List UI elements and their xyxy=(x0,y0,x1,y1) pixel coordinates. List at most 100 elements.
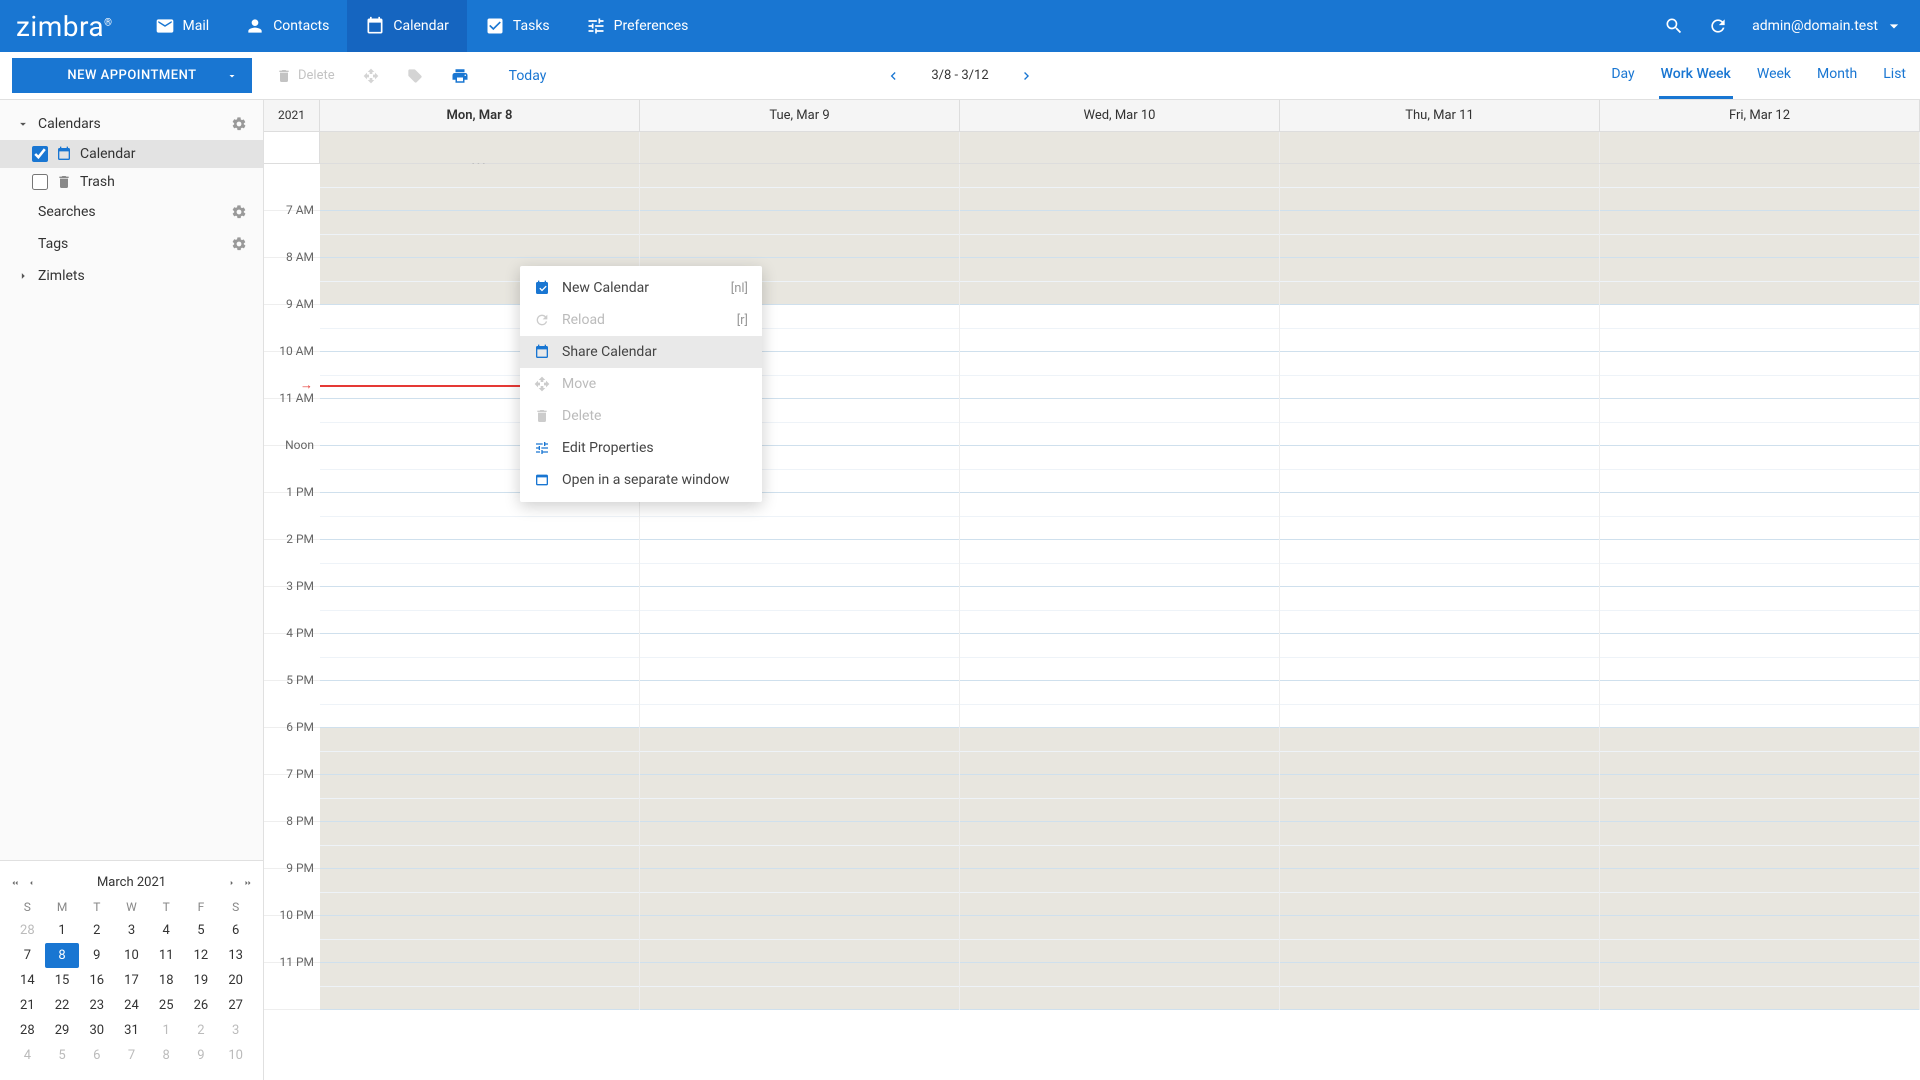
hour-cell[interactable] xyxy=(1280,916,1599,963)
next-month-icon[interactable] xyxy=(227,878,237,888)
view-tab-list[interactable]: List xyxy=(1881,52,1908,99)
hour-cell[interactable] xyxy=(1280,540,1599,587)
hour-cell[interactable] xyxy=(640,728,959,775)
hour-cell[interactable] xyxy=(1280,305,1599,352)
hour-cell[interactable] xyxy=(1600,493,1919,540)
hour-cell[interactable] xyxy=(960,728,1279,775)
mini-cal-day[interactable]: 10 xyxy=(218,1043,253,1068)
hour-cell[interactable] xyxy=(960,963,1279,1010)
mini-cal-day[interactable]: 5 xyxy=(45,1043,80,1068)
prev-week-icon[interactable] xyxy=(885,68,901,84)
mini-cal-day[interactable]: 21 xyxy=(10,993,45,1018)
hour-cell[interactable] xyxy=(1280,963,1599,1010)
hour-cell[interactable] xyxy=(320,963,639,1010)
gear-icon[interactable] xyxy=(231,116,247,132)
day-header[interactable]: Tue, Mar 9 xyxy=(640,100,960,131)
hour-cell[interactable] xyxy=(320,634,639,681)
mini-cal-day[interactable]: 11 xyxy=(149,943,184,968)
view-tab-day[interactable]: Day xyxy=(1609,52,1636,99)
hour-cell[interactable] xyxy=(640,822,959,869)
mini-cal-day[interactable]: 17 xyxy=(114,968,149,993)
hour-cell[interactable] xyxy=(960,305,1279,352)
hour-cell[interactable] xyxy=(1280,728,1599,775)
mini-cal-day[interactable]: 30 xyxy=(79,1018,114,1043)
hour-cell[interactable] xyxy=(1600,634,1919,681)
hour-cell[interactable] xyxy=(640,916,959,963)
day-column[interactable] xyxy=(1280,164,1600,1010)
mini-cal-day[interactable]: 28 xyxy=(10,918,45,943)
hour-cell[interactable] xyxy=(1280,869,1599,916)
sidebar-item-trash[interactable]: Trash xyxy=(0,168,263,196)
view-tab-week[interactable]: Week xyxy=(1755,52,1793,99)
hour-cell[interactable] xyxy=(1600,540,1919,587)
print-icon[interactable] xyxy=(451,67,469,85)
tag-icon[interactable] xyxy=(407,68,423,84)
hour-cell[interactable] xyxy=(1600,211,1919,258)
hour-cell[interactable] xyxy=(1600,305,1919,352)
hour-cell[interactable] xyxy=(1600,681,1919,728)
nav-calendar[interactable]: Calendar xyxy=(347,0,467,52)
mini-cal-day[interactable]: 6 xyxy=(79,1043,114,1068)
mini-cal-day[interactable]: 18 xyxy=(149,968,184,993)
mini-cal-day[interactable]: 9 xyxy=(184,1043,219,1068)
hour-cell[interactable] xyxy=(960,446,1279,493)
mini-cal-day[interactable]: 13 xyxy=(218,943,253,968)
hour-cell[interactable] xyxy=(1280,822,1599,869)
mini-cal-day[interactable]: 4 xyxy=(10,1043,45,1068)
mini-cal-day[interactable]: 7 xyxy=(10,943,45,968)
hour-cell[interactable] xyxy=(640,963,959,1010)
mini-cal-day[interactable]: 29 xyxy=(45,1018,80,1043)
mini-cal-day[interactable]: 9 xyxy=(79,943,114,968)
ctx-new-calendar[interactable]: New Calendar[nl] xyxy=(520,272,762,304)
hour-cell[interactable] xyxy=(1280,211,1599,258)
zimlets-section-header[interactable]: Zimlets xyxy=(0,260,263,292)
hour-cell[interactable] xyxy=(960,399,1279,446)
mini-cal-day[interactable]: 16 xyxy=(79,968,114,993)
hour-cell[interactable] xyxy=(1600,399,1919,446)
mini-cal-day[interactable]: 24 xyxy=(114,993,149,1018)
hour-cell[interactable] xyxy=(320,540,639,587)
hour-cell[interactable] xyxy=(960,258,1279,305)
prev-month-icon[interactable] xyxy=(26,878,36,888)
mini-cal-day[interactable]: 19 xyxy=(184,968,219,993)
sidebar-item-calendar[interactable]: Calendar xyxy=(0,140,263,168)
hour-cell[interactable] xyxy=(320,728,639,775)
hour-cell[interactable] xyxy=(320,164,639,211)
hour-cell[interactable] xyxy=(1280,258,1599,305)
hour-cell[interactable] xyxy=(1280,681,1599,728)
day-column[interactable] xyxy=(1600,164,1920,1010)
hour-cell[interactable] xyxy=(1600,164,1919,211)
nav-mail[interactable]: Mail xyxy=(137,0,228,52)
hour-cell[interactable] xyxy=(1280,352,1599,399)
hour-cell[interactable] xyxy=(1280,446,1599,493)
hour-cell[interactable] xyxy=(1600,352,1919,399)
day-column[interactable] xyxy=(960,164,1280,1010)
calendar-body[interactable]: 7 AM8 AM9 AM10 AM11 AMNoon1 PM2 PM3 PM4 … xyxy=(264,164,1920,1080)
hour-cell[interactable] xyxy=(960,493,1279,540)
gear-icon[interactable] xyxy=(231,236,247,252)
nav-contacts[interactable]: Contacts xyxy=(227,0,347,52)
prev-year-icon[interactable] xyxy=(10,878,20,888)
hour-cell[interactable] xyxy=(640,587,959,634)
next-year-icon[interactable] xyxy=(243,878,253,888)
hour-cell[interactable] xyxy=(1600,963,1919,1010)
hour-cell[interactable] xyxy=(960,681,1279,728)
hour-cell[interactable] xyxy=(640,681,959,728)
hour-cell[interactable] xyxy=(960,822,1279,869)
hour-cell[interactable] xyxy=(320,822,639,869)
gear-icon[interactable] xyxy=(231,204,247,220)
day-header[interactable]: Fri, Mar 12 xyxy=(1600,100,1920,131)
calendar-checkbox[interactable] xyxy=(32,146,48,162)
ctx-share-calendar[interactable]: Share Calendar xyxy=(520,336,762,368)
mini-cal-day[interactable]: 2 xyxy=(184,1018,219,1043)
refresh-icon[interactable] xyxy=(1708,16,1728,36)
move-icon[interactable] xyxy=(363,68,379,84)
today-button[interactable]: Today xyxy=(509,68,547,84)
mini-cal-day[interactable]: 1 xyxy=(45,918,80,943)
hour-cell[interactable] xyxy=(320,916,639,963)
hour-cell[interactable] xyxy=(960,587,1279,634)
mini-cal-day[interactable]: 27 xyxy=(218,993,253,1018)
allday-row[interactable]: ••• xyxy=(264,132,1920,164)
hour-cell[interactable] xyxy=(960,164,1279,211)
nav-tasks[interactable]: Tasks xyxy=(467,0,568,52)
